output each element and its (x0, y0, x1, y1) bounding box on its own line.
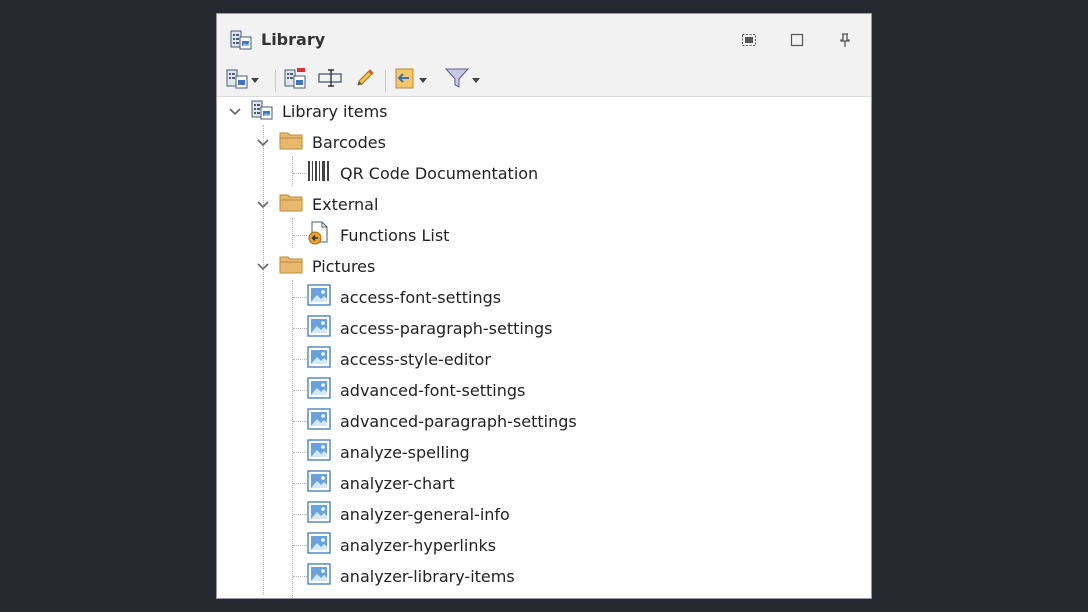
library-view-icon (226, 67, 248, 93)
tree-root-library-items[interactable]: Library items (229, 97, 388, 125)
folder-label: Barcodes (312, 132, 386, 152)
library-panel: Library Library items Barcodes QR Code D… (216, 13, 872, 599)
tree-item-picture[interactable]: access-paragraph-settings (307, 314, 552, 342)
item-label: analyzer-library-items (340, 566, 515, 586)
folder-icon (279, 130, 303, 154)
item-label: analyze-spelling (340, 442, 470, 462)
picture-icon (307, 346, 331, 372)
item-label: analyzer-hyperlinks (340, 535, 497, 555)
edit-icon (354, 67, 376, 93)
tree-item-picture[interactable]: analyzer-hyperlinks (307, 531, 496, 559)
tree-connector (293, 235, 307, 236)
rename-icon (318, 67, 344, 93)
tree-connector (293, 359, 307, 360)
tree-item-picture[interactable]: access-style-editor (307, 345, 491, 373)
panel-title: Library (261, 30, 326, 49)
chevron-down-icon (251, 77, 259, 83)
new-library-item-icon (284, 67, 306, 93)
tree-item-qr-code-documentation[interactable]: QR Code Documentation (307, 159, 538, 187)
folder-icon (279, 192, 303, 216)
tree-folder-barcodes[interactable]: Barcodes (257, 128, 386, 156)
tree-connector (293, 421, 307, 422)
barcode-icon (307, 160, 331, 186)
picture-icon (307, 532, 331, 558)
chevron-down-icon (472, 77, 480, 83)
tree-folder-external[interactable]: External (257, 190, 379, 218)
function-file-icon (307, 221, 331, 249)
item-label: analyzer-chart (340, 473, 455, 493)
chevron-down-icon[interactable] (256, 259, 270, 273)
rename-button[interactable] (318, 68, 344, 92)
tree-guide-line (292, 156, 293, 186)
picture-icon (307, 408, 331, 434)
chevron-down-icon[interactable] (256, 135, 270, 149)
tree-item-picture[interactable]: advanced-paragraph-settings (307, 407, 577, 435)
insert-dropdown-icon (394, 67, 416, 93)
filter-dropdown-icon (444, 67, 470, 93)
tree-connector (293, 390, 307, 391)
maximize-icon[interactable] (789, 32, 805, 48)
folder-label: External (312, 194, 379, 214)
item-label: advanced-paragraph-settings (340, 411, 577, 431)
pin-icon[interactable] (837, 32, 853, 48)
insert-dropdown-button[interactable] (394, 68, 427, 92)
library-icon (230, 28, 252, 54)
tree-item-picture[interactable]: analyzer-chart (307, 469, 455, 497)
item-label: access-style-editor (340, 349, 491, 369)
item-label: Functions List (340, 225, 450, 245)
item-label: advanced-font-settings (340, 380, 526, 400)
toolbar-separator (385, 70, 386, 92)
tree-guide-line (263, 125, 264, 595)
edit-button[interactable] (354, 68, 376, 92)
tree-item-picture[interactable]: analyzer-library-items (307, 562, 515, 590)
tree-item-functions-list[interactable]: Functions List (307, 221, 449, 249)
chevron-down-icon[interactable] (256, 197, 270, 211)
library-dropdown-button[interactable] (226, 68, 259, 92)
library-tree: Library items Barcodes QR Code Documenta… (217, 97, 871, 598)
picture-icon (307, 563, 331, 589)
folder-icon (279, 254, 303, 278)
tree-connector (293, 173, 307, 174)
tree-item-picture[interactable]: access-font-settings (307, 283, 501, 311)
tree-connector (293, 297, 307, 298)
tree-connector (293, 452, 307, 453)
chevron-down-icon[interactable] (228, 104, 242, 118)
tree-connector (293, 545, 307, 546)
panel-titlebar: Library (217, 14, 871, 64)
tree-connector (293, 483, 307, 484)
tree-root-label: Library items (282, 101, 388, 121)
tree-item-picture[interactable]: advanced-font-settings (307, 376, 525, 404)
picture-icon (307, 439, 331, 465)
picture-icon (307, 315, 331, 341)
library-icon (251, 98, 273, 124)
tree-item-picture[interactable]: analyzer-general-info (307, 500, 510, 528)
library-toolbar (217, 64, 871, 97)
tree-connector (293, 328, 307, 329)
item-label: analyzer-general-info (340, 504, 510, 524)
tree-connector (293, 576, 307, 577)
picture-icon (307, 470, 331, 496)
tree-item-picture[interactable]: analyze-spelling (307, 438, 470, 466)
item-label: access-font-settings (340, 287, 502, 307)
picture-icon (307, 284, 331, 310)
picture-icon (307, 377, 331, 403)
tree-guide-line (292, 218, 293, 248)
tree-connector (293, 514, 307, 515)
filter-dropdown-button[interactable] (444, 67, 480, 93)
toolbar-separator (275, 70, 276, 92)
chevron-down-icon (419, 77, 427, 83)
new-library-item-button[interactable] (284, 68, 306, 92)
item-label: QR Code Documentation (340, 163, 539, 183)
folder-label: Pictures (312, 256, 376, 276)
picture-icon (307, 501, 331, 527)
tree-folder-pictures[interactable]: Pictures (257, 252, 376, 280)
item-label: access-paragraph-settings (340, 318, 553, 338)
float-icon[interactable] (741, 32, 757, 48)
